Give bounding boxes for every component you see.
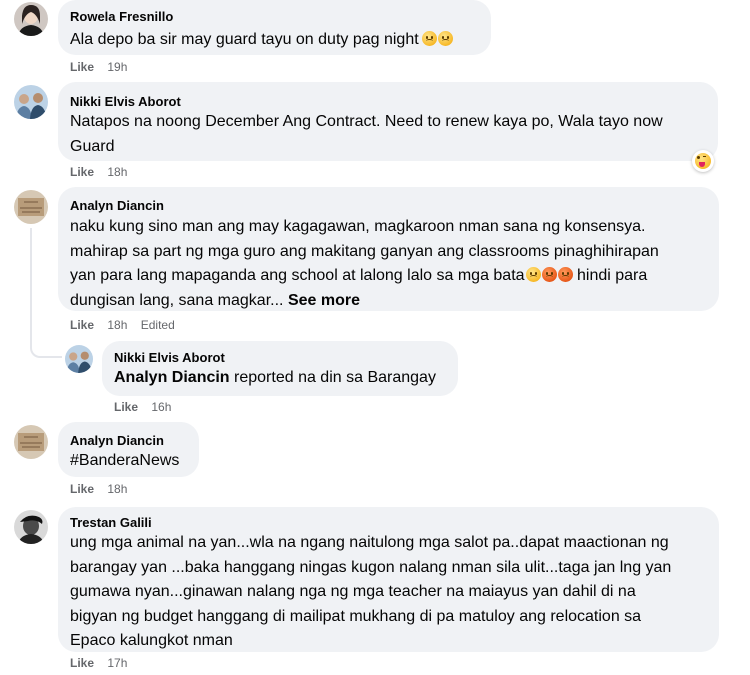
comment-author[interactable]: Analyn Diancin (70, 198, 164, 213)
comment-text-line: bigyan ng budget hanggang di mailipat mu… (70, 607, 642, 625)
comment-text-line: Natapos na noong December Ang Contract. … (70, 113, 663, 130)
comment-meta: Like 16h (114, 400, 171, 414)
sad-face-emoji-icon (421, 31, 437, 46)
comment-text: ung mga animal na yan...wla na ngang nai… (70, 531, 671, 654)
comment-text-segment: dungisan lang, sana magkar... (70, 291, 284, 309)
timestamp[interactable]: 19h (107, 60, 127, 74)
comment-author[interactable]: Rowela Fresnillo (70, 9, 173, 24)
see-more-link[interactable]: See more (288, 292, 360, 309)
avatar[interactable] (14, 510, 48, 544)
comment-text-line: barangay yan ...baka hanggang ningas kug… (70, 558, 672, 576)
timestamp[interactable]: 17h (107, 656, 127, 670)
comment-meta: Like 18h (70, 165, 127, 179)
comment-text-line: mahirap sa part ng mga guro ang makitang… (70, 242, 659, 260)
tongue-out-wink-reaction-icon[interactable] (692, 150, 714, 172)
comment-author[interactable]: Nikki Elvis Aborot (114, 350, 225, 365)
comment-meta: Like 17h (70, 656, 127, 670)
sad-face-emoji-icon (525, 267, 541, 282)
like-button[interactable]: Like (70, 165, 94, 179)
comment-meta: Like 18h Edited (70, 318, 175, 332)
comment-text: #BanderaNews (70, 449, 179, 474)
comment-text: Analyn Diancin reported na din sa Barang… (114, 366, 436, 391)
comment-meta: Like 19h (70, 60, 127, 74)
avatar[interactable] (14, 85, 48, 119)
comment-text-line: Epaco kalungkot nman (70, 632, 233, 649)
timestamp[interactable]: 18h (107, 482, 127, 496)
angry-face-emoji-icon (541, 267, 557, 282)
avatar[interactable] (65, 345, 93, 373)
timestamp[interactable]: 18h (107, 318, 127, 332)
comment-text-segment: yan para lang mapaganda ang school at la… (70, 267, 525, 284)
comment-text-segment: reported na din sa Barangay (229, 369, 436, 386)
comment-text-line: Guard (70, 137, 115, 155)
reply-thread-line (30, 228, 62, 358)
comment-text-line: Ala depo ba sir may guard tayu on duty p… (70, 31, 419, 48)
comment-author[interactable]: Nikki Elvis Aborot (70, 94, 181, 109)
comment-text-line: dungisan lang, sana magkar... See more (70, 289, 659, 314)
timestamp[interactable]: 18h (107, 165, 127, 179)
avatar[interactable] (14, 2, 48, 36)
comment-text: Natapos na noong December Ang Contract. … (70, 110, 663, 159)
like-button[interactable]: Like (70, 656, 94, 670)
comment-meta: Like 18h (70, 482, 127, 496)
avatar[interactable] (14, 425, 48, 459)
like-button[interactable]: Like (70, 482, 94, 496)
comment-author[interactable]: Trestan Galili (70, 515, 152, 530)
mention-link[interactable]: Analyn Diancin (114, 369, 230, 386)
edited-label: Edited (140, 318, 175, 332)
angry-face-emoji-icon (557, 267, 573, 282)
sad-face-emoji-icon (437, 31, 453, 46)
like-button[interactable]: Like (114, 400, 138, 414)
comment-text: Ala depo ba sir may guard tayu on duty p… (70, 28, 453, 53)
comment-author[interactable]: Analyn Diancin (70, 433, 164, 448)
like-button[interactable]: Like (70, 318, 94, 332)
avatar[interactable] (14, 190, 48, 224)
comment-text-segment: hindi para (572, 267, 648, 284)
comment-text-line: ung mga animal na yan...wla na ngang nai… (70, 534, 669, 551)
comment-text-line: #BanderaNews (70, 452, 180, 469)
comment-text-line: yan para lang mapaganda ang school at la… (70, 264, 659, 289)
comment-text-line: gumawa nyan...ginawan nalang nga ng mga … (70, 583, 636, 600)
comment-text: naku kung sino man ang may kagagawan, ma… (70, 215, 659, 313)
timestamp[interactable]: 16h (151, 400, 171, 414)
like-button[interactable]: Like (70, 60, 94, 74)
comment-text-line: naku kung sino man ang may kagagawan, ma… (70, 218, 646, 235)
